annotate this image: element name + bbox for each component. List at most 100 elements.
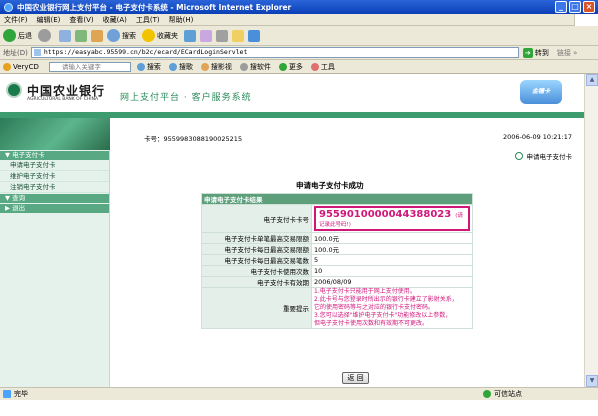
back-label: 后退	[18, 31, 32, 40]
address-bar: 地址(D) https://easyabc.95599.cn/b2c/ecard…	[0, 46, 598, 60]
toolbar-tools-label: 工具	[320, 62, 335, 71]
bank-english-name: AGRICULTURAL BANK OF CHINA	[27, 97, 99, 102]
toolbar-more-button[interactable]: 更多	[278, 62, 303, 72]
verycd-logo[interactable]: VeryCD	[3, 62, 39, 71]
row-value: 2006/08/09	[311, 276, 473, 288]
sidebar-item-apply[interactable]: 申请电子支付卡	[0, 160, 109, 171]
row-label: 电子支付卡使用次数	[201, 265, 312, 277]
trusted-zone-icon	[483, 390, 491, 398]
toolbar-video-label: 搜影视	[210, 62, 232, 71]
notice-line: 1.电子支付卡只能用于网上支付使用。	[314, 288, 416, 295]
magnifier-icon	[136, 62, 145, 71]
security-zone: 可信站点	[483, 389, 522, 399]
go-button[interactable]: ➔ 转到	[522, 47, 549, 58]
table-row: 电子支付卡单笔最高交易限额 100.0元	[201, 232, 473, 244]
forward-button[interactable]	[38, 29, 53, 42]
row-label: 电子支付卡每日最高交易笔数	[201, 254, 312, 266]
table-row: 重要提示 1.电子支付卡只能用于网上支付使用。 2.此卡号与您登录时所出示的银行…	[201, 287, 473, 329]
row-label: 电子支付卡卡号	[201, 204, 312, 233]
close-button[interactable]: ×	[583, 1, 595, 13]
maximize-button[interactable]: □	[569, 1, 581, 13]
row-label: 电子支付卡有效期	[201, 276, 312, 288]
back-arrow-icon	[3, 29, 16, 42]
sidebar: ▼ 电子支付卡 申请电子支付卡 维护电子支付卡 注销电子支付卡 ▼ 查询 ▶ 退…	[0, 118, 110, 387]
menu-file[interactable]: 文件(F)	[4, 15, 28, 25]
back-button[interactable]: 后退	[3, 29, 32, 42]
notice-line: 但电子支付卡使用次数和有效期不可更改。	[314, 320, 429, 327]
scroll-up-arrow-icon[interactable]: ▲	[586, 74, 598, 86]
sidebar-section-exit[interactable]: ▶ 退出	[0, 204, 109, 213]
row-value: 100.0元	[311, 232, 473, 244]
back-to-menu-button[interactable]: 返 回	[342, 372, 369, 384]
toolbar: 后退 搜索 收藏夹	[0, 26, 598, 46]
window-title: 中国农业银行网上支付平台 - 电子支付卡系统 - Microsoft Inter…	[17, 2, 292, 12]
refresh-icon[interactable]	[75, 29, 87, 42]
table-row: 电子支付卡每日最高交易限额 100.0元	[201, 243, 473, 255]
search-icon	[107, 29, 120, 42]
toolbar-search-button[interactable]: 搜索	[136, 62, 161, 72]
go-arrow-icon: ➔	[522, 47, 533, 58]
notice-label: 重要提示	[201, 287, 312, 329]
search-label: 搜索	[122, 31, 136, 40]
scroll-down-arrow-icon[interactable]: ▼	[586, 375, 598, 387]
ecard-number-box: 9559010000044388023 (请记录此号码!)	[314, 206, 470, 231]
minimize-button[interactable]: _	[555, 1, 567, 13]
status-bar: 完毕 可信站点	[0, 387, 598, 400]
result-table: 申请电子支付卡结果 电子支付卡卡号 9559010000044388023 (请…	[201, 193, 473, 329]
search-button[interactable]: 搜索	[107, 29, 136, 42]
vertical-scrollbar[interactable]: ▲ ▼	[584, 74, 598, 387]
toolbar-video-button[interactable]: 搜影视	[200, 62, 232, 72]
ie-icon	[4, 2, 13, 12]
folder-icon[interactable]	[232, 29, 244, 42]
links-button[interactable]: 链接 »	[557, 48, 578, 58]
tools-icon	[310, 62, 319, 71]
title-bar: 中国农业银行网上支付平台 - 电子支付卡系统 - Microsoft Inter…	[0, 0, 598, 14]
main-panel: 卡号：9559983088190025215 2006-06-09 10:21:…	[110, 118, 584, 387]
page-icon	[33, 49, 41, 56]
history-icon[interactable]	[200, 29, 212, 42]
login-card-number: 卡号：9559983088190025215	[144, 135, 243, 143]
bottom-margin	[0, 400, 598, 416]
page-done-icon	[3, 390, 11, 398]
site-title: 网上支付平台 · 客户服务系统	[120, 93, 252, 103]
menu-help[interactable]: 帮助(H)	[169, 15, 194, 25]
favorites-button[interactable]: 收藏夹	[142, 29, 178, 42]
toolbar-search-input[interactable]: 请输入关键字	[48, 61, 131, 72]
toolbar-software-label: 搜软件	[249, 62, 271, 71]
sidebar-item-maintain[interactable]: 维护电子支付卡	[0, 171, 109, 182]
sidebar-section-query[interactable]: ▼ 查询	[0, 194, 109, 203]
current-datetime: 2006-06-09 10:21:17	[502, 133, 572, 141]
address-input[interactable]: https://easyabc.95599.cn/b2c/ecard/ECard…	[30, 47, 519, 58]
menu-favorites[interactable]: 收藏(A)	[103, 15, 127, 25]
apply-ecard-link[interactable]: 申请电子支付卡	[514, 151, 573, 161]
toolbar-software-button[interactable]: 搜软件	[239, 62, 271, 72]
search-toolbar: VeryCD 请输入关键字 搜索 搜歌 搜影视 搜软件 更多 工具	[0, 60, 598, 74]
verycd-label: VeryCD	[13, 62, 39, 71]
messenger-icon[interactable]	[248, 29, 260, 42]
notice-content: 1.电子支付卡只能用于网上支付使用。 2.此卡号与您登录时所出示的银行卡建立了影…	[311, 287, 473, 329]
menu-edit[interactable]: 编辑(E)	[37, 15, 61, 25]
home-icon[interactable]	[91, 29, 103, 42]
sidebar-item-cancel[interactable]: 注销电子支付卡	[0, 182, 109, 193]
status-text: 完毕	[14, 390, 28, 398]
print-icon[interactable]	[216, 29, 228, 42]
more-icon	[278, 62, 287, 71]
apply-link-label: 申请电子支付卡	[526, 153, 573, 161]
media-icon[interactable]	[184, 29, 196, 42]
page-content: 中国农业银行 AGRICULTURAL BANK OF CHINA 网上支付平台…	[0, 74, 598, 387]
menu-bar: 文件(F) 编辑(E) 查看(V) 收藏(A) 工具(T) 帮助(H)	[0, 14, 598, 26]
row-value: 5	[311, 254, 473, 266]
row-label: 电子支付卡单笔最高交易限额	[201, 232, 312, 244]
toolbar-search-label: 搜索	[146, 62, 161, 71]
music-icon	[168, 62, 177, 71]
toolbar-tools-button[interactable]: 工具	[310, 62, 335, 72]
stop-icon[interactable]	[59, 29, 71, 42]
verycd-icon	[3, 62, 11, 71]
sidebar-banner	[0, 118, 110, 150]
favorites-label: 收藏夹	[157, 31, 178, 40]
sidebar-section-ecard[interactable]: ▼ 电子支付卡	[0, 151, 109, 160]
site-header: 中国农业银行 AGRICULTURAL BANK OF CHINA 网上支付平台…	[0, 74, 584, 112]
menu-tools[interactable]: 工具(T)	[136, 15, 160, 25]
menu-view[interactable]: 查看(V)	[69, 15, 93, 25]
toolbar-music-button[interactable]: 搜歌	[168, 62, 193, 72]
